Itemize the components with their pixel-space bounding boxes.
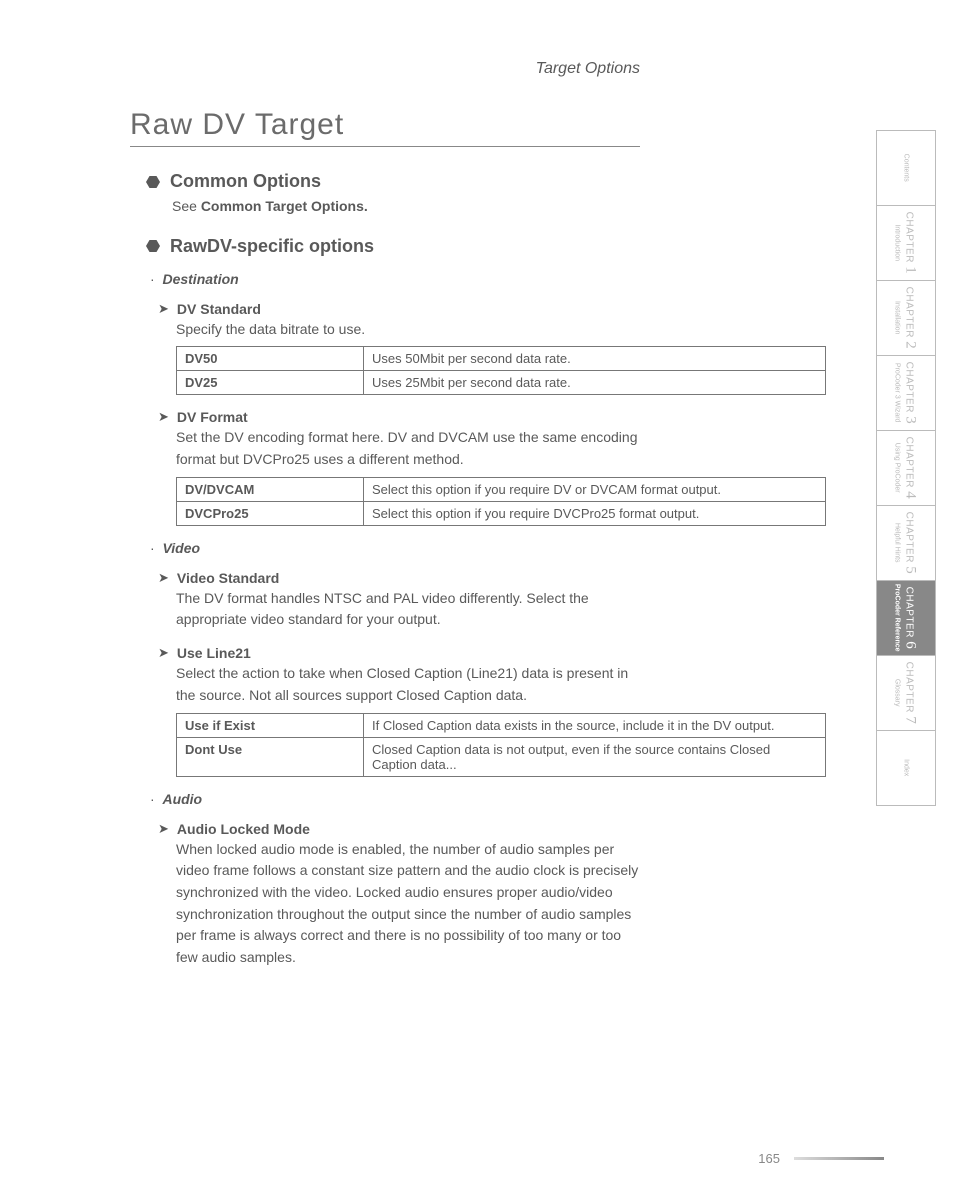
table-dv-standard: DV50Uses 50Mbit per second data rate. DV…	[176, 346, 826, 395]
cell-key: DV25	[177, 371, 364, 395]
cell-key: DV50	[177, 347, 364, 371]
hexagon-icon	[146, 175, 160, 189]
see-common-target: See Common Target Options.	[172, 196, 640, 218]
desc-audio-locked: When locked audio mode is enabled, the n…	[176, 839, 640, 969]
table-row: DVCPro25Select this option if you requir…	[177, 501, 826, 525]
table-row: DV25Uses 25Mbit per second data rate.	[177, 371, 826, 395]
item-label: DV Format	[177, 409, 248, 425]
arrow-icon: ➤	[158, 301, 169, 317]
group-destination: · Destination	[150, 271, 640, 287]
item-audio-locked: ➤ Audio Locked Mode	[158, 821, 640, 837]
group-label: Audio	[162, 791, 202, 807]
cell-val: If Closed Caption data exists in the sou…	[364, 713, 826, 737]
cell-val: Uses 25Mbit per second data rate.	[364, 371, 826, 395]
side-tab[interactable]: CHAPTER 1Introduction	[876, 205, 936, 280]
side-tab[interactable]: Contents	[876, 130, 936, 205]
side-tab[interactable]: Index	[876, 730, 936, 806]
item-use-line21: ➤ Use Line21	[158, 645, 640, 661]
item-dv-standard: ➤ DV Standard	[158, 301, 640, 317]
cell-val: Closed Caption data is not output, even …	[364, 737, 826, 776]
side-tab[interactable]: CHAPTER 2Installation	[876, 280, 936, 355]
item-video-standard: ➤ Video Standard	[158, 570, 640, 586]
table-dv-format: DV/DVCAMSelect this option if you requir…	[176, 477, 826, 526]
footer-bar-icon	[794, 1157, 884, 1160]
cell-val: Select this option if you require DVCPro…	[364, 501, 826, 525]
cell-key: DVCPro25	[177, 501, 364, 525]
cell-key: Use if Exist	[177, 713, 364, 737]
cell-val: Uses 50Mbit per second data rate.	[364, 347, 826, 371]
hexagon-icon	[146, 239, 160, 253]
see-link[interactable]: Common Target Options.	[201, 198, 368, 214]
item-label: Video Standard	[177, 570, 279, 586]
desc-use-line21: Select the action to take when Closed Ca…	[176, 663, 640, 706]
cell-val: Select this option if you require DV or …	[364, 477, 826, 501]
arrow-icon: ➤	[158, 645, 169, 661]
cell-key: DV/DVCAM	[177, 477, 364, 501]
table-row: DV50Uses 50Mbit per second data rate.	[177, 347, 826, 371]
arrow-icon: ➤	[158, 570, 169, 586]
side-tab[interactable]: CHAPTER 3ProCoder 3 Wizard	[876, 355, 936, 430]
heading-common-options: Common Options	[146, 171, 640, 192]
item-dv-format: ➤ DV Format	[158, 409, 640, 425]
table-row: Use if ExistIf Closed Caption data exist…	[177, 713, 826, 737]
side-tab[interactable]: CHAPTER 7Glossary	[876, 655, 936, 730]
item-label: Use Line21	[177, 645, 251, 661]
item-label: Audio Locked Mode	[177, 821, 310, 837]
desc-dv-standard: Specify the data bitrate to use.	[176, 319, 640, 341]
footer: 165	[758, 1151, 884, 1166]
side-tab[interactable]: CHAPTER 6ProCoder Reference	[876, 580, 936, 655]
table-row: Dont UseClosed Caption data is not outpu…	[177, 737, 826, 776]
page-title: Raw DV Target	[130, 108, 640, 147]
arrow-icon: ➤	[158, 821, 169, 837]
heading-rawdv-options: RawDV-specific options	[146, 236, 640, 257]
see-prefix: See	[172, 198, 201, 214]
desc-dv-format: Set the DV encoding format here. DV and …	[176, 427, 640, 470]
arrow-icon: ➤	[158, 409, 169, 425]
heading-text: Common Options	[170, 171, 321, 192]
table-use-line21: Use if ExistIf Closed Caption data exist…	[176, 713, 826, 777]
table-row: DV/DVCAMSelect this option if you requir…	[177, 477, 826, 501]
group-label: Destination	[162, 271, 238, 287]
group-video: · Video	[150, 540, 640, 556]
section-header: Target Options	[130, 60, 640, 78]
side-tab[interactable]: CHAPTER 4Using ProCoder	[876, 430, 936, 505]
page-content: Target Options Raw DV Target Common Opti…	[0, 0, 700, 1015]
side-tab[interactable]: CHAPTER 5Helpful Hints	[876, 505, 936, 580]
cell-key: Dont Use	[177, 737, 364, 776]
group-label: Video	[162, 540, 200, 556]
side-tabs: ContentsCHAPTER 1IntroductionCHAPTER 2In…	[876, 130, 936, 806]
desc-video-standard: The DV format handles NTSC and PAL video…	[176, 588, 640, 631]
heading-text: RawDV-specific options	[170, 236, 374, 257]
page-number: 165	[758, 1151, 780, 1166]
group-audio: · Audio	[150, 791, 640, 807]
item-label: DV Standard	[177, 301, 261, 317]
